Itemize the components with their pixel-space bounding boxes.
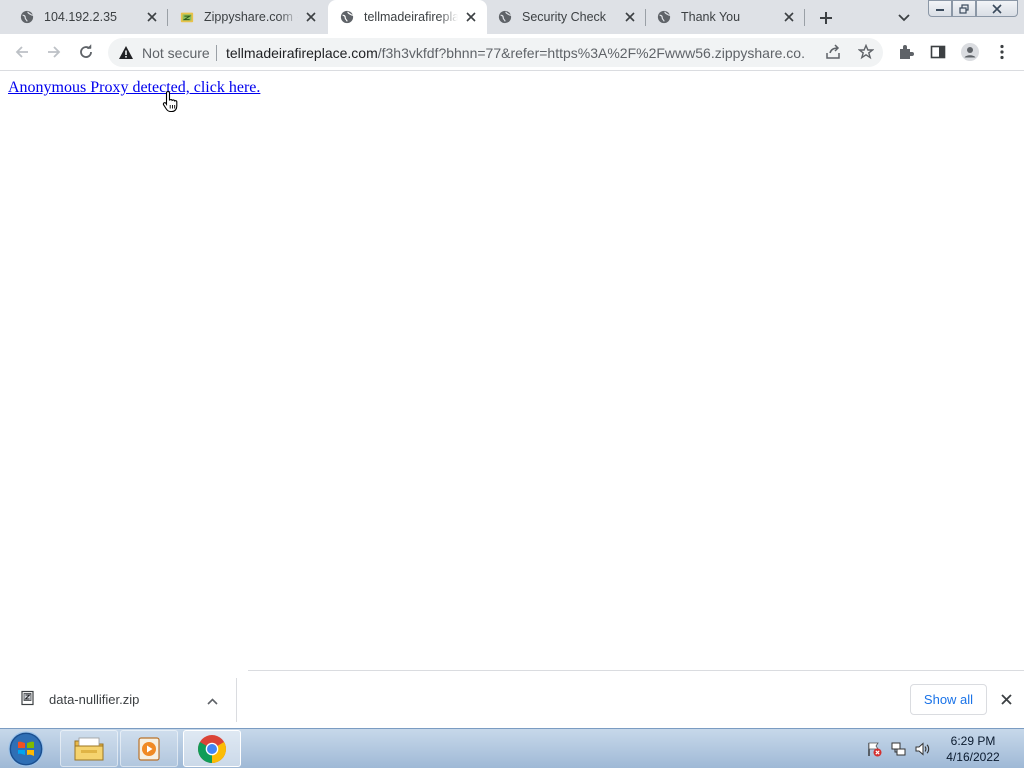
side-panel-icon [930, 45, 946, 59]
page-content: Anonymous Proxy detected, click here. [0, 72, 1024, 670]
zippyshare-favicon [180, 12, 194, 23]
clock-time: 6:29 PM [950, 734, 996, 748]
reload-icon [80, 44, 92, 58]
new-tab-button[interactable] [815, 7, 837, 29]
tab-1-title: 104.192.2.35 [44, 10, 117, 24]
profile-avatar-icon [961, 43, 979, 61]
address-bar[interactable]: Not secure tellmadeirafireplace.com/f3h3… [108, 38, 883, 67]
network-icon[interactable] [891, 741, 907, 757]
reload-button[interactable] [76, 42, 96, 62]
download-shelf: data-nullifier.zip Show all [0, 670, 1024, 728]
tab-5-close-icon[interactable] [781, 9, 797, 25]
globe-icon [340, 10, 354, 24]
tab-5-title: Thank You [681, 10, 741, 24]
close-icon [1000, 693, 1012, 705]
tab-3-title: tellmadeirafireplace [364, 10, 458, 24]
extensions-button[interactable] [896, 42, 916, 62]
start-button-icon[interactable] [6, 730, 46, 768]
tab-strip: 104.192.2.35 Zippyshare.com - tellmadeir… [0, 0, 1024, 34]
menu-button[interactable] [992, 42, 1012, 62]
tab-2-close-icon[interactable] [303, 9, 319, 25]
volume-icon[interactable] [915, 741, 931, 757]
warning-triangle-icon[interactable] [118, 45, 134, 61]
bookmark-button[interactable] [856, 42, 876, 62]
tab-4-title: Security Check [522, 10, 607, 24]
plus-icon [820, 12, 832, 24]
tab-2[interactable]: Zippyshare.com - [168, 0, 327, 34]
anonymous-proxy-link[interactable]: Anonymous Proxy detected, click here. [8, 79, 260, 97]
zip-file-icon [21, 690, 34, 706]
minimize-button[interactable] [928, 0, 952, 17]
shelf-divider [236, 678, 237, 722]
tab-1-close-icon[interactable] [144, 9, 160, 25]
globe-icon [498, 10, 512, 24]
forward-arrow-icon [48, 46, 61, 58]
hand-cursor-icon [162, 90, 178, 113]
taskbar-media-player[interactable] [120, 730, 178, 767]
tab-4[interactable]: Security Check [488, 0, 646, 34]
url-host: tellmadeirafireplace.com [226, 45, 378, 61]
tab-3-active[interactable]: tellmadeirafireplace [328, 0, 487, 34]
system-clock[interactable]: 6:29 PM 4/16/2022 [940, 733, 1006, 765]
tab-1[interactable]: 104.192.2.35 [0, 0, 168, 34]
close-shelf-button[interactable] [997, 690, 1015, 708]
download-item[interactable]: data-nullifier.zip [14, 684, 236, 720]
share-icon [826, 44, 840, 59]
clock-date: 4/16/2022 [946, 750, 1000, 764]
side-panel-button[interactable] [928, 42, 948, 62]
tab-5[interactable]: Thank You [647, 0, 805, 34]
folder-icon [74, 737, 104, 760]
taskbar-chrome[interactable] [183, 730, 241, 767]
not-secure-label[interactable]: Not secure [142, 45, 210, 61]
taskbar-explorer[interactable] [60, 730, 118, 767]
url-text[interactable]: tellmadeirafireplace.com/f3h3vkfdf?bhnn=… [226, 45, 806, 61]
chrome-icon [198, 734, 226, 763]
restore-button[interactable] [952, 0, 976, 17]
action-center-flag-icon[interactable] [866, 741, 882, 757]
share-button[interactable] [823, 42, 843, 62]
chevron-up-icon [206, 697, 218, 705]
minimize-icon [936, 8, 944, 11]
star-icon [858, 44, 874, 60]
close-icon [992, 3, 1002, 14]
download-options-button[interactable] [204, 693, 220, 709]
tab-2-title: Zippyshare.com - [204, 10, 298, 24]
back-button[interactable] [12, 42, 32, 62]
restore-icon [959, 3, 969, 14]
tab-3-close-icon[interactable] [463, 9, 479, 25]
puzzle-icon [900, 45, 914, 59]
globe-icon [20, 10, 34, 24]
globe-icon [657, 10, 671, 24]
download-filename: data-nullifier.zip [49, 692, 140, 707]
back-arrow-icon [15, 46, 28, 58]
windows-taskbar: 6:29 PM 4/16/2022 [0, 728, 1024, 768]
tab-divider [645, 9, 646, 26]
show-all-button[interactable]: Show all [910, 684, 987, 715]
tab-search-button[interactable] [894, 8, 914, 28]
close-window-button[interactable] [976, 0, 1018, 17]
profile-button[interactable] [960, 42, 980, 62]
omnibox-divider [216, 45, 217, 61]
url-path: /f3h3vkfdf?bhnn=77&refer=https%3A%2F%2Fw… [377, 45, 806, 61]
media-player-icon [138, 736, 160, 761]
chevron-down-icon [898, 14, 910, 22]
browser-toolbar: Not secure tellmadeirafireplace.com/f3h3… [0, 34, 1024, 71]
kebab-menu-icon [1000, 44, 1004, 60]
forward-button[interactable] [44, 42, 64, 62]
shelf-border [248, 670, 1024, 671]
tab-divider [804, 9, 805, 26]
tab-4-close-icon[interactable] [622, 9, 638, 25]
